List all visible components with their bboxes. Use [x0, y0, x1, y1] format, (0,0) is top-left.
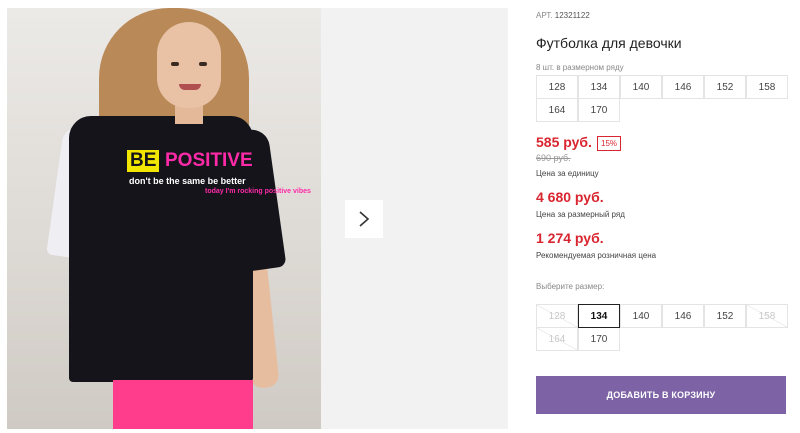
article-number: 12321122 [554, 11, 590, 20]
retail-price-label: Рекомендуемая розничная цена [536, 251, 657, 260]
add-to-cart-button[interactable]: ДОБАВИТЬ В КОРЗИНУ [536, 376, 786, 414]
size-option-164: 164 [536, 327, 578, 351]
size-row-note: 8 шт. в размерном ряду [536, 63, 624, 72]
size-option-134[interactable]: 134 [578, 304, 620, 328]
model-eye [199, 62, 207, 66]
size-row-cell: 158 [746, 75, 788, 99]
size-option-158: 158 [746, 304, 788, 328]
size-picker: 128 134 140 146 152 158 164 170 [536, 304, 788, 351]
discount-badge: 15% [597, 136, 622, 151]
unit-price-label: Цена за единицу [536, 169, 599, 178]
size-row-cell: 146 [662, 75, 704, 99]
chevron-right-icon [359, 211, 370, 227]
size-option-152[interactable]: 152 [704, 304, 746, 328]
article-line: АРТ. 12321122 [536, 11, 590, 20]
size-row-cell: 140 [620, 75, 662, 99]
size-row-cell: 170 [578, 98, 620, 122]
old-price: 690 руб. [536, 153, 571, 163]
size-option-146[interactable]: 146 [662, 304, 704, 328]
size-option-128: 128 [536, 304, 578, 328]
model-eye [171, 62, 179, 66]
row-price-label: Цена за размерный ряд [536, 210, 625, 219]
size-option-170[interactable]: 170 [578, 327, 620, 351]
product-gallery: BE POSITIVE don't be the same be better … [0, 0, 508, 433]
print-text-positive: POSITIVE [165, 150, 253, 171]
size-option-140[interactable]: 140 [620, 304, 662, 328]
product-title: Футболка для девочки [536, 35, 682, 51]
row-price: 4 680 руб. [536, 189, 604, 205]
print-text-subline: don't be the same be better [129, 176, 246, 186]
article-label: АРТ. [536, 11, 553, 20]
retail-price: 1 274 руб. [536, 230, 604, 246]
product-photo: BE POSITIVE don't be the same be better … [7, 8, 321, 429]
size-row-grid: 128 134 140 146 152 158 164 170 [536, 75, 788, 122]
size-row-cell: 134 [578, 75, 620, 99]
model-leggings [113, 380, 253, 429]
model-mouth [179, 84, 201, 90]
print-text-small: today I'm rocking positive vibes [205, 188, 311, 195]
size-row-cell: 152 [704, 75, 746, 99]
size-row-cell: 164 [536, 98, 578, 122]
size-picker-label: Выберите размер: [536, 282, 605, 291]
size-row-cell: 128 [536, 75, 578, 99]
print-text-be: BE [127, 150, 160, 172]
gallery-next-button[interactable] [345, 200, 383, 238]
model-face [157, 22, 221, 108]
unit-price: 585 руб. [536, 134, 592, 150]
